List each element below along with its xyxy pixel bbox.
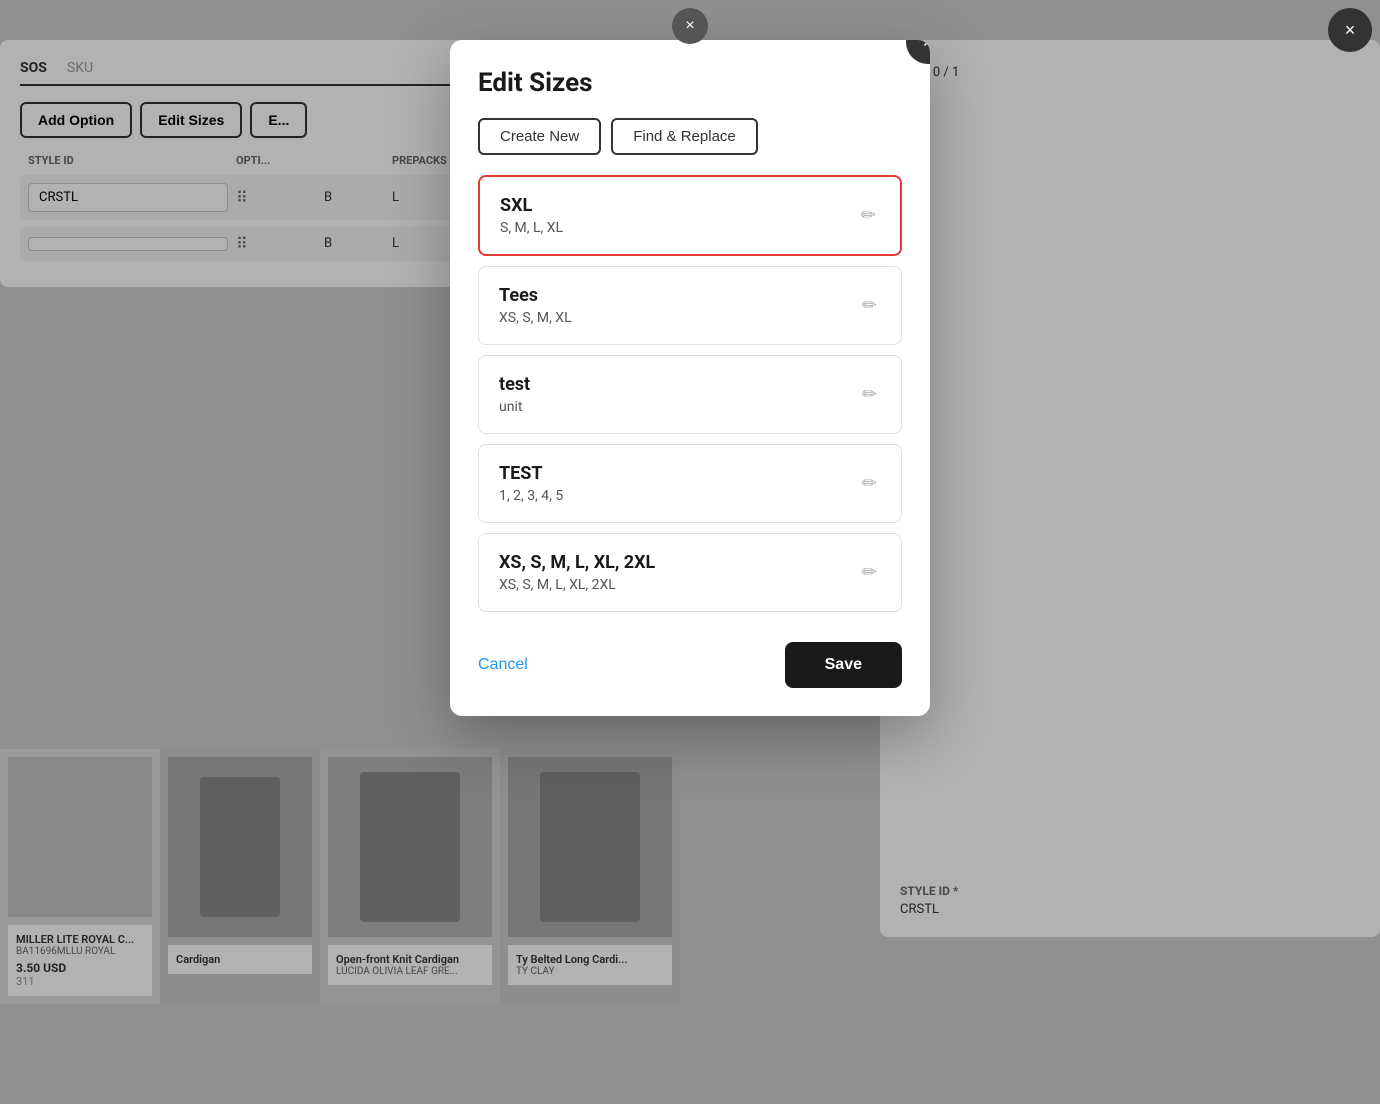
- size-item-tees-name: Tees: [499, 285, 858, 306]
- edit-pencil-icon-xs-2xl[interactable]: ✏: [858, 558, 881, 587]
- size-item-xs-2xl[interactable]: XS, S, M, L, XL, 2XL XS, S, M, L, XL, 2X…: [478, 533, 902, 612]
- size-item-sxl[interactable]: SXL S, M, L, XL ✏: [478, 175, 902, 256]
- size-item-test-caps-info: TEST 1, 2, 3, 4, 5: [499, 463, 858, 504]
- edit-pencil-icon-sxl[interactable]: ✏: [857, 201, 880, 230]
- modal-overlay: × Edit Sizes Create New Find & Replace S…: [0, 0, 1380, 1104]
- edit-pencil-icon-tees[interactable]: ✏: [858, 291, 881, 320]
- screen-close-icon: ×: [1345, 20, 1356, 41]
- modal-header: Edit Sizes Create New Find & Replace: [450, 40, 930, 175]
- top-close-icon: ×: [685, 17, 694, 35]
- size-item-sxl-name: SXL: [500, 195, 857, 216]
- top-center-close-button[interactable]: ×: [672, 8, 708, 44]
- edit-sizes-modal: × Edit Sizes Create New Find & Replace S…: [450, 40, 930, 716]
- find-replace-tab[interactable]: Find & Replace: [611, 118, 758, 155]
- edit-pencil-icon-test[interactable]: ✏: [858, 380, 881, 409]
- size-item-test-caps[interactable]: TEST 1, 2, 3, 4, 5 ✏: [478, 444, 902, 523]
- modal-tabs: Create New Find & Replace: [478, 118, 902, 155]
- cancel-button[interactable]: Cancel: [478, 656, 528, 674]
- modal-footer: Cancel Save: [450, 622, 930, 716]
- size-item-sxl-sizes: S, M, L, XL: [500, 220, 857, 236]
- modal-title: Edit Sizes: [478, 68, 902, 98]
- size-item-test-caps-name: TEST: [499, 463, 858, 484]
- size-item-tees[interactable]: Tees XS, S, M, XL ✏: [478, 266, 902, 345]
- create-new-tab[interactable]: Create New: [478, 118, 601, 155]
- size-item-test-sizes: unit: [499, 399, 858, 415]
- size-item-xs-2xl-name: XS, S, M, L, XL, 2XL: [499, 552, 858, 573]
- size-item-sxl-info: SXL S, M, L, XL: [500, 195, 857, 236]
- size-item-xs-2xl-sizes: XS, S, M, L, XL, 2XL: [499, 577, 858, 593]
- edit-pencil-icon-test-caps[interactable]: ✏: [858, 469, 881, 498]
- size-item-test-caps-sizes: 1, 2, 3, 4, 5: [499, 488, 858, 504]
- screen-close-button[interactable]: ×: [1328, 8, 1372, 52]
- size-item-test-name: test: [499, 374, 858, 395]
- size-item-tees-sizes: XS, S, M, XL: [499, 310, 858, 326]
- size-item-test-info: test unit: [499, 374, 858, 415]
- size-list: SXL S, M, L, XL ✏ Tees XS, S, M, XL ✏ te…: [450, 175, 930, 622]
- size-item-test[interactable]: test unit ✏: [478, 355, 902, 434]
- size-item-tees-info: Tees XS, S, M, XL: [499, 285, 858, 326]
- save-button[interactable]: Save: [785, 642, 902, 688]
- size-item-xs-2xl-info: XS, S, M, L, XL, 2XL XS, S, M, L, XL, 2X…: [499, 552, 858, 593]
